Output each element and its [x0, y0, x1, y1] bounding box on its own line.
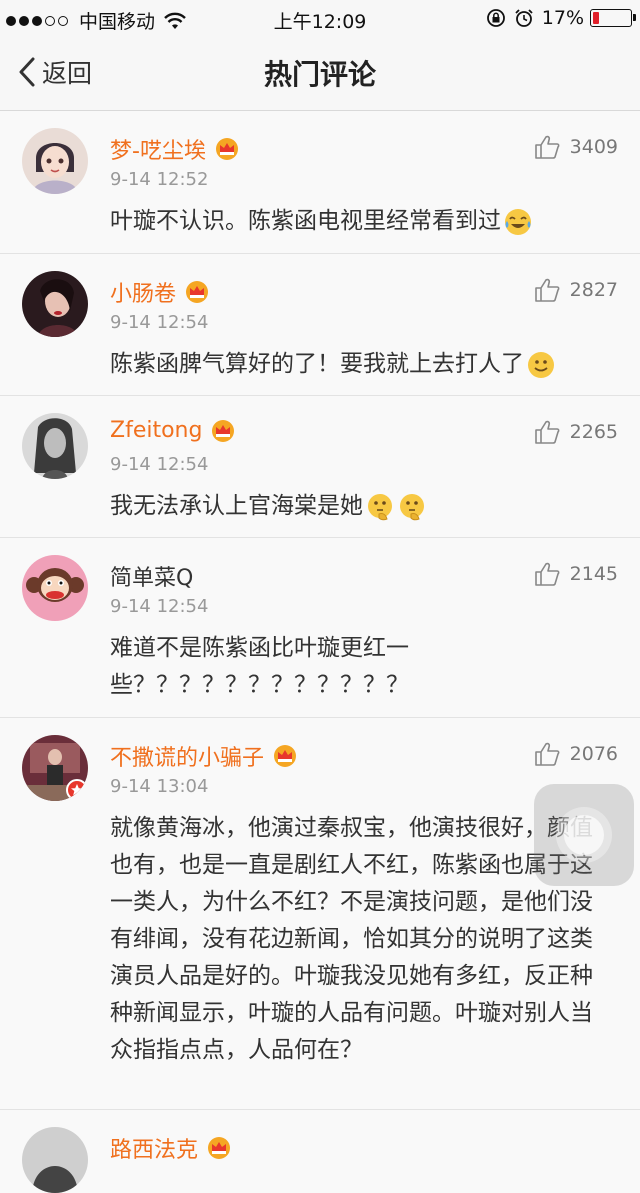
comment-text: 就像黄海冰，他演过秦叔宝，他演技很好，颜值也有，也是一直是剧红人不红，陈紫函也属…	[110, 810, 602, 1069]
like-count: 2076	[569, 743, 618, 765]
vip-crown-icon	[212, 419, 235, 442]
username-text: 梦-呓尘埃	[110, 139, 206, 164]
comment-item: 不撒谎的小骗子 9-14 13:04 2076 就像黄海冰，他演过秦叔宝，他演技…	[0, 718, 640, 1110]
assistive-touch-button[interactable]	[534, 784, 634, 886]
like-count: 2265	[569, 421, 618, 443]
comment-list: 梦-呓尘埃 9-14 12:52 3409 叶璇不认识。陈紫函电视里经常看到过	[0, 111, 640, 1193]
comment-body: 难道不是陈紫函比叶璇更红一些？？？？？？？？？？？？	[110, 635, 409, 698]
username[interactable]: 小肠卷	[110, 276, 210, 308]
avatar[interactable]	[22, 413, 88, 479]
comment-item: 简单菜Q 9-14 12:54 2145 难道不是陈紫函比叶璇更红一些？？？？？…	[0, 538, 640, 718]
like-button[interactable]: 2265	[534, 420, 618, 444]
comment-time: 9-14 12:52	[110, 169, 209, 190]
comment-time: 9-14 13:04	[110, 776, 209, 797]
thumbs-up-icon	[534, 135, 560, 159]
like-button[interactable]: 2145	[534, 562, 618, 586]
vip-crown-icon	[186, 281, 209, 303]
comment-body: 陈紫函脾气算好的了！要我就上去打人了	[110, 351, 524, 377]
assistive-ring-inner	[564, 815, 604, 855]
smile-emoji-icon	[528, 351, 554, 378]
like-count: 2145	[569, 563, 618, 585]
comment-time: 9-14 12:54	[110, 454, 209, 475]
comment-time: 9-14 12:54	[110, 596, 209, 617]
status-right: 17%	[486, 7, 636, 29]
like-button[interactable]: 2827	[534, 278, 618, 302]
thumbs-up-icon	[534, 742, 560, 766]
comment-item: 小肠卷 9-14 12:54 2827 陈紫函脾气算好的了！要我就上去打人了	[0, 254, 640, 396]
username[interactable]: Zfeitong	[110, 418, 236, 443]
username[interactable]: 梦-呓尘埃	[110, 133, 240, 165]
vip-crown-icon	[215, 138, 238, 160]
comment-time: 9-14 12:54	[110, 312, 209, 333]
avatar[interactable]	[22, 735, 88, 801]
comment-text: 难道不是陈紫函比叶璇更红一些？？？？？？？？？？？？	[110, 630, 424, 704]
laugh-cry-emoji-icon	[505, 208, 531, 235]
comment-text: 我无法承认上官海棠是她	[110, 488, 610, 525]
battery-percent: 17%	[541, 7, 584, 29]
comment-body: 就像黄海冰，他演过秦叔宝，他演技很好，颜值也有，也是一直是剧红人不红，陈紫函也属…	[110, 815, 593, 1063]
avatar[interactable]	[22, 555, 88, 621]
username-text: 小肠卷	[110, 282, 177, 307]
avatar[interactable]	[22, 271, 88, 337]
status-bar: 中国移动 上午12:09 17%	[0, 0, 640, 36]
thinking-emoji-icon	[400, 493, 424, 520]
thinking-emoji-icon	[368, 493, 392, 520]
username-text: 简单菜Q	[110, 566, 194, 591]
username[interactable]: 简单菜Q	[110, 560, 193, 592]
like-count: 3409	[569, 136, 618, 158]
comment-text: 叶璇不认识。陈紫函电视里经常看到过	[110, 203, 610, 240]
page-title: 热门评论	[263, 58, 376, 91]
username-text: 路西法克	[110, 1138, 199, 1163]
username-text: Zfeitong	[110, 418, 203, 443]
comment-item: 路西法克	[0, 1110, 640, 1193]
like-button[interactable]: 3409	[534, 135, 618, 159]
comment-body: 我无法承认上官海棠是她	[110, 493, 363, 519]
vip-crown-icon	[208, 1137, 231, 1159]
verified-badge-icon	[66, 779, 88, 801]
username[interactable]: 路西法克	[110, 1132, 232, 1164]
avatar[interactable]	[22, 128, 88, 194]
thumbs-up-icon	[534, 278, 560, 302]
battery-icon	[590, 9, 636, 27]
comment-body: 叶璇不认识。陈紫函电视里经常看到过	[110, 208, 501, 234]
vip-crown-icon	[274, 745, 297, 767]
rotation-lock-icon	[486, 9, 505, 27]
avatar[interactable]	[22, 1127, 88, 1193]
username-text: 不撒谎的小骗子	[110, 746, 265, 771]
like-count: 2827	[569, 279, 618, 301]
comment-item: Zfeitong 9-14 12:54 2265 我无法承认上官海棠是她	[0, 396, 640, 538]
comment-text: 陈紫函脾气算好的了！要我就上去打人了	[110, 346, 610, 383]
username[interactable]: 不撒谎的小骗子	[110, 740, 298, 772]
thumbs-up-icon	[534, 562, 560, 586]
thumbs-up-icon	[534, 420, 560, 444]
navigation-bar: 返回 热门评论	[0, 36, 640, 111]
alarm-icon	[515, 9, 533, 27]
comment-item: 梦-呓尘埃 9-14 12:52 3409 叶璇不认识。陈紫函电视里经常看到过	[0, 111, 640, 254]
like-button[interactable]: 2076	[534, 742, 618, 766]
